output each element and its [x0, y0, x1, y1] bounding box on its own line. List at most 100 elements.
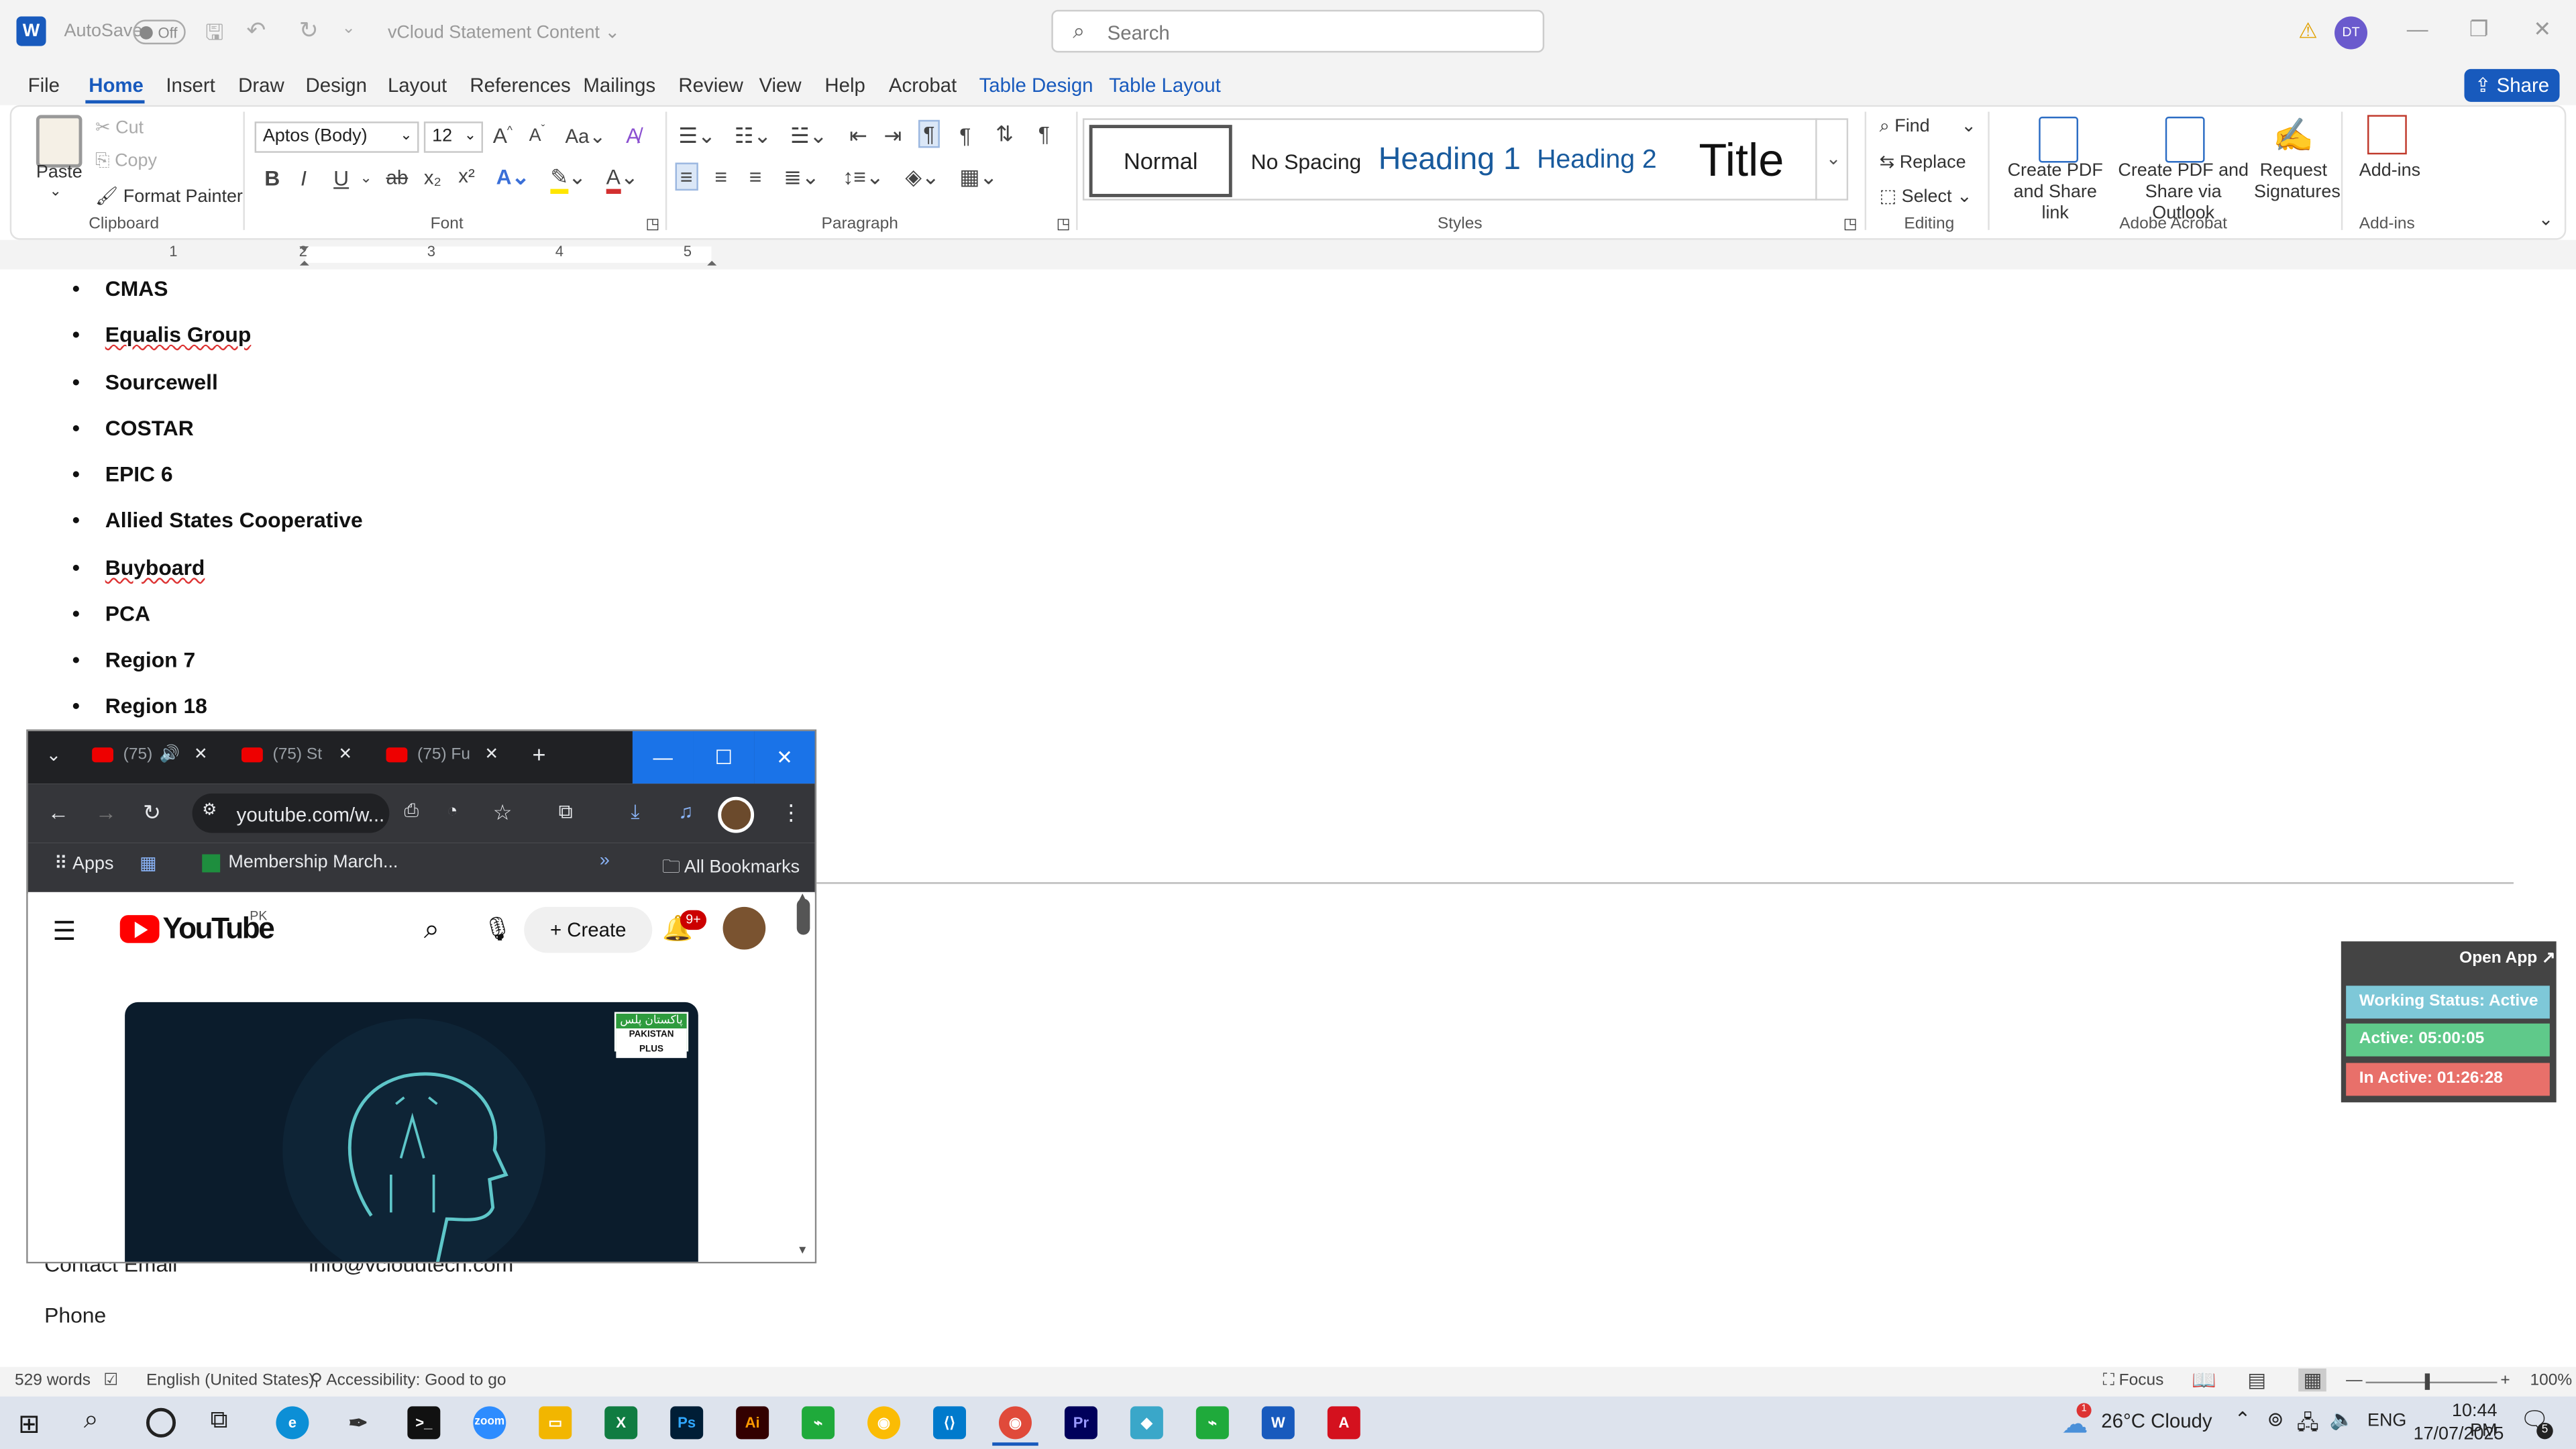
menu-table-layout[interactable]: Table Layout: [1109, 74, 1221, 97]
tray-overflow-icon[interactable]: ⌃: [2235, 1408, 2251, 1431]
new-tab-icon[interactable]: +: [532, 741, 545, 767]
performance-icon[interactable]: ◔: [447, 802, 458, 821]
accessibility-status[interactable]: ⚲ Accessibility: Good to go: [311, 1372, 506, 1390]
increase-indent-icon[interactable]: ⇥: [884, 123, 902, 150]
url-text[interactable]: youtube.com/w...: [237, 804, 385, 826]
bullets-icon[interactable]: ☰⌄: [678, 123, 715, 150]
menu-layout[interactable]: Layout: [388, 74, 447, 97]
align-left-icon[interactable]: ≡: [675, 162, 698, 191]
video-thumbnail[interactable]: پاکستان پلس PAKISTAN PLUS: [125, 1002, 698, 1262]
style-normal[interactable]: Normal: [1089, 125, 1232, 197]
tray-app-icon[interactable]: ⊚: [2267, 1408, 2284, 1431]
styles-dialog-launcher-icon[interactable]: ◳: [1843, 215, 1858, 233]
tab-search-icon[interactable]: ⌄: [46, 744, 62, 765]
restore-icon[interactable]: ❐: [2469, 16, 2489, 42]
font-name-dropdown[interactable]: Aptos (Body) ⌄: [254, 121, 419, 153]
grow-font-icon[interactable]: A^: [493, 123, 513, 148]
weather-text[interactable]: 26°C Cloudy: [2101, 1409, 2212, 1432]
style-heading-1[interactable]: Heading 1: [1379, 125, 1523, 197]
premiere-icon[interactable]: Pr: [1064, 1406, 1097, 1440]
site-info-icon[interactable]: ⚙: [202, 802, 217, 820]
create-button[interactable]: + Create: [524, 906, 653, 953]
photoshop-icon[interactable]: Ps: [670, 1406, 704, 1440]
user-avatar[interactable]: DT: [2334, 16, 2368, 50]
print-layout-icon[interactable]: ▤: [2247, 1368, 2266, 1391]
menu-home[interactable]: Home: [89, 74, 144, 97]
font-color-icon[interactable]: A⌄: [606, 164, 639, 194]
extensions-icon[interactable]: ⧉: [559, 800, 573, 825]
styles-more-icon[interactable]: ⌄: [1815, 118, 1849, 201]
bookmark-star-icon[interactable]: ☆: [493, 800, 513, 826]
align-right-icon[interactable]: ≡: [749, 164, 762, 189]
ltr-direction-icon[interactable]: ¶: [918, 119, 940, 148]
youtube-logo-icon[interactable]: [119, 915, 160, 943]
zoom-in-icon[interactable]: +: [2500, 1372, 2510, 1390]
menu-review[interactable]: Review: [678, 74, 743, 97]
forward-icon[interactable]: →: [95, 800, 117, 825]
paragraph-dialog-launcher-icon[interactable]: ◳: [1057, 215, 1071, 233]
menu-mailings[interactable]: Mailings: [583, 74, 655, 97]
media-control-icon[interactable]: ♫: [678, 800, 693, 823]
tab-close-icon[interactable]: ✕: [484, 746, 498, 764]
phone-label[interactable]: Phone: [44, 1303, 106, 1328]
align-center-icon[interactable]: ≡: [714, 164, 727, 189]
install-app-icon[interactable]: ⎙: [404, 802, 419, 823]
menu-view[interactable]: View: [759, 74, 801, 97]
browser-maximize-icon[interactable]: ☐: [693, 731, 755, 784]
format-painter-button[interactable]: 🖌 Format Painter: [95, 186, 243, 207]
decrease-indent-icon[interactable]: ⇤: [849, 123, 867, 150]
create-pdf-share-link-button[interactable]: Create PDF and Share link: [2001, 161, 2110, 225]
find-button[interactable]: ⌕ Find ⌄: [1880, 115, 1976, 138]
save-icon[interactable]: 🖫: [205, 18, 223, 54]
menu-acrobat[interactable]: Acrobat: [889, 74, 957, 97]
zoom-out-icon[interactable]: —: [2346, 1372, 2362, 1390]
subscript-icon[interactable]: x₂: [424, 166, 441, 189]
proofing-icon[interactable]: ☑: [103, 1372, 118, 1390]
minimize-icon[interactable]: —: [2407, 16, 2428, 41]
customize-qat-icon[interactable]: ⌄: [341, 19, 356, 38]
terminal-icon[interactable]: >_: [407, 1406, 441, 1440]
hamburger-menu-icon[interactable]: ☰: [52, 915, 76, 948]
zoom-level[interactable]: 100%: [2530, 1372, 2572, 1390]
upwork-alt-icon[interactable]: ⌁: [1195, 1406, 1229, 1440]
youtube-search-icon[interactable]: ⌕: [424, 914, 439, 947]
paste-icon[interactable]: [36, 115, 83, 168]
profile-avatar[interactable]: [718, 796, 755, 833]
change-case-icon[interactable]: Aa⌄: [565, 125, 606, 148]
microphone-icon[interactable]: 🎙: [483, 915, 513, 943]
apps-bookmark[interactable]: ⠿ Apps: [54, 853, 114, 873]
addins-button[interactable]: Add-ins: [2359, 161, 2420, 180]
ribbon-collapse-icon[interactable]: ⌄: [2538, 209, 2554, 229]
shrink-font-icon[interactable]: Aˇ: [529, 125, 545, 146]
app-diamond-icon[interactable]: ◆: [1130, 1406, 1163, 1440]
show-formatting-icon[interactable]: ¶: [1038, 121, 1050, 146]
menu-table-design[interactable]: Table Design: [979, 74, 1093, 97]
redo-icon[interactable]: ↻: [299, 16, 319, 44]
menu-help[interactable]: Help: [824, 74, 865, 97]
line-spacing-icon[interactable]: ↕≡⌄: [843, 164, 883, 191]
word-count[interactable]: 529 words: [15, 1372, 91, 1390]
cortana-icon[interactable]: [146, 1407, 176, 1438]
clock-date[interactable]: 17/07/2025: [2414, 1424, 2504, 1444]
all-bookmarks[interactable]: 🗀 All Bookmarks: [662, 853, 800, 884]
browser-close-icon[interactable]: ✕: [754, 731, 815, 784]
style-title[interactable]: Title: [1671, 125, 1813, 197]
read-mode-icon[interactable]: 📖: [2192, 1368, 2216, 1391]
request-signatures-icon[interactable]: ✍: [2272, 115, 2315, 158]
paste-dropdown-icon[interactable]: ⌄: [49, 182, 61, 201]
reload-icon[interactable]: ↻: [143, 800, 161, 826]
scrollbar-thumb[interactable]: [796, 898, 810, 935]
numbering-icon[interactable]: ☷⌄: [735, 123, 771, 150]
volume-icon[interactable]: 🔈: [2330, 1408, 2355, 1431]
italic-icon[interactable]: I: [301, 166, 307, 191]
zoom-slider[interactable]: [2365, 1381, 2498, 1384]
sort-icon[interactable]: ⇅: [996, 121, 1014, 148]
browser-tab[interactable]: (75): [92, 746, 152, 764]
addins-icon[interactable]: [2367, 115, 2407, 155]
zoom-icon[interactable]: zoom: [473, 1406, 506, 1440]
indent-marker-icon[interactable]: ⏷: [299, 241, 310, 258]
network-icon[interactable]: 🖧: [2297, 1408, 2319, 1442]
more-bookmarks-icon[interactable]: »: [600, 851, 610, 871]
menu-references[interactable]: References: [470, 74, 570, 97]
font-size-dropdown[interactable]: 12 ⌄: [423, 121, 484, 153]
